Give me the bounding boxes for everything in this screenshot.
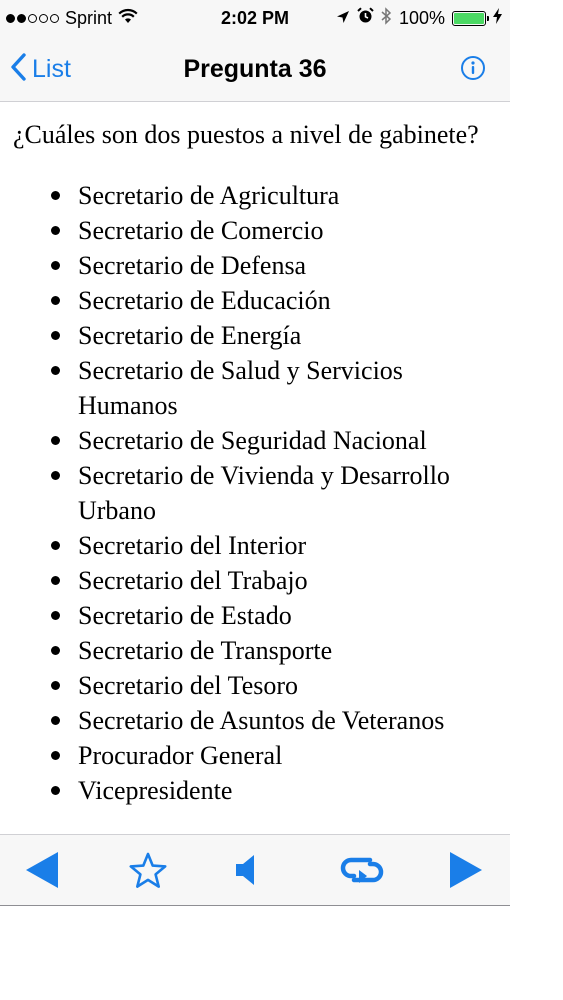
- bullet-icon: [51, 436, 60, 445]
- previous-button[interactable]: [18, 835, 66, 905]
- answer-item: Secretario del Tesoro: [51, 668, 510, 703]
- answer-item: Secretario de Salud y Servicios Humanos: [51, 353, 510, 423]
- status-right: 100%: [336, 0, 502, 36]
- audio-button[interactable]: [230, 835, 262, 905]
- answer-text: Secretario del Tesoro: [78, 671, 299, 700]
- answer-text: Secretario de Estado: [78, 601, 292, 630]
- answer-text: Secretario del Trabajo: [78, 566, 308, 595]
- bullet-icon: [51, 471, 60, 480]
- bullet-icon: [51, 226, 60, 235]
- page-title: Pregunta 36: [183, 55, 327, 83]
- answer-item: Procurador General: [51, 738, 510, 773]
- bottom-toolbar: [0, 834, 510, 905]
- star-icon: [129, 852, 167, 888]
- next-button[interactable]: [442, 835, 490, 905]
- question-text: ¿Cuáles son dos puestos a nivel de gabin…: [13, 120, 479, 149]
- bullet-icon: [51, 541, 60, 550]
- bullet-icon: [51, 261, 60, 270]
- answer-item: Secretario de Asuntos de Veteranos: [51, 703, 510, 738]
- answer-text: Secretario de Defensa: [78, 251, 307, 280]
- answer-item: Secretario de Educación: [51, 283, 510, 318]
- answer-text: Vicepresidente: [78, 776, 233, 805]
- answer-item: Secretario de Comercio: [51, 213, 510, 248]
- location-arrow-icon: [336, 8, 350, 29]
- answer-item: Secretario del Interior: [51, 528, 510, 563]
- phone-screen: Sprint 2:02 PM 100% List Pregunta 36 ¿Cu…: [0, 0, 510, 906]
- repeat-button[interactable]: [334, 835, 390, 905]
- answer-item: Secretario de Energía: [51, 318, 510, 353]
- info-icon: [461, 56, 485, 80]
- answer-text: Secretario de Asuntos de Veteranos: [78, 706, 445, 735]
- charging-bolt-icon: [493, 7, 502, 29]
- answer-item: Secretario del Trabajo: [51, 563, 510, 598]
- answer-item: Secretario de Estado: [51, 598, 510, 633]
- bullet-icon: [51, 786, 60, 795]
- answer-text: Secretario de Vivienda y Desarrollo Urba…: [78, 461, 450, 525]
- answer-item: Secretario de Defensa: [51, 248, 510, 283]
- question-content: ¿Cuáles son dos puestos a nivel de gabin…: [0, 102, 510, 834]
- answer-item: Secretario de Seguridad Nacional: [51, 423, 510, 458]
- answer-text: Secretario del Interior: [78, 531, 307, 560]
- bullet-icon: [51, 716, 60, 725]
- repeat-icon: [340, 857, 384, 883]
- answer-text: Secretario de Educación: [78, 286, 331, 315]
- battery-level: [454, 12, 484, 24]
- next-icon: [450, 852, 482, 888]
- answer-item: Secretario de Agricultura: [51, 178, 510, 213]
- bullet-icon: [51, 331, 60, 340]
- answer-text: Procurador General: [78, 741, 283, 770]
- bullet-icon: [51, 681, 60, 690]
- bullet-icon: [51, 751, 60, 760]
- previous-icon: [26, 852, 58, 888]
- favorite-button[interactable]: [124, 835, 172, 905]
- bullet-icon: [51, 646, 60, 655]
- bullet-icon: [51, 366, 60, 375]
- answer-text: Secretario de Comercio: [78, 216, 324, 245]
- bullet-icon: [51, 576, 60, 585]
- answer-text: Secretario de Salud y Servicios Humanos: [78, 356, 403, 420]
- battery-percent: 100%: [398, 7, 445, 28]
- bullet-icon: [51, 611, 60, 620]
- bluetooth-icon: [381, 6, 392, 30]
- answer-item: Vicepresidente: [51, 773, 510, 808]
- info-button[interactable]: [460, 55, 486, 81]
- answer-item: Secretario de Vivienda y Desarrollo Urba…: [51, 458, 510, 528]
- bullet-icon: [51, 191, 60, 200]
- bullet-icon: [51, 296, 60, 305]
- answer-text: Secretario de Seguridad Nacional: [78, 426, 427, 455]
- answer-text: Secretario de Agricultura: [78, 181, 340, 210]
- battery-icon: [452, 10, 489, 26]
- answer-list: Secretario de Agricultura Secretario de C…: [0, 178, 510, 808]
- speaker-icon: [236, 855, 254, 885]
- navigation-bar: List Pregunta 36: [0, 36, 510, 102]
- answer-text: Secretario de Energía: [78, 321, 302, 350]
- alarm-icon: [357, 7, 374, 29]
- answer-text: Secretario de Transporte: [78, 636, 333, 665]
- status-bar: Sprint 2:02 PM 100%: [0, 0, 510, 36]
- answer-item: Secretario de Transporte: [51, 633, 510, 668]
